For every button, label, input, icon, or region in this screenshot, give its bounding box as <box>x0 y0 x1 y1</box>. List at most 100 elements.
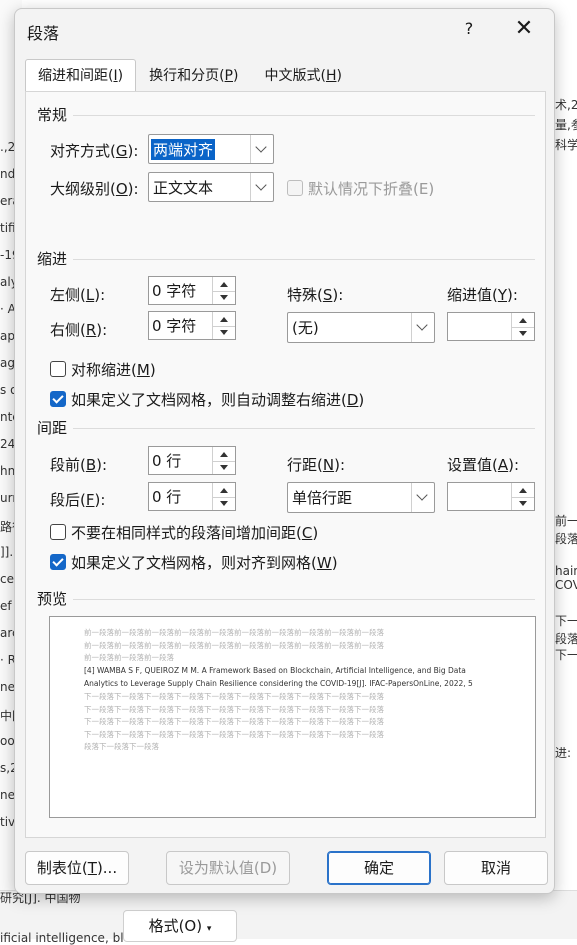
outline-level-value: 正文文本 <box>153 179 214 197</box>
spacing-before-value: 0 行 <box>152 452 182 470</box>
arrow-up-icon <box>220 282 228 287</box>
arrow-down-icon <box>220 329 228 335</box>
arrow-up-icon <box>519 318 527 323</box>
spin-up-button[interactable] <box>512 483 534 498</box>
spacing-after-spinner[interactable]: 0 行 <box>148 482 236 511</box>
dropdown-arrow-icon: ▾ <box>206 924 212 934</box>
spin-up-button[interactable] <box>213 277 235 292</box>
spin-down-button[interactable] <box>213 497 235 511</box>
preview-current-paragraph: [4] WAMBA S F, QUEIROZ M M. A Framework … <box>84 666 473 688</box>
spacing-before-spinner[interactable]: 0 行 <box>148 446 236 475</box>
special-indent-value: (无) <box>292 319 319 337</box>
section-spacing-heading: 间距 <box>37 419 68 437</box>
set-as-default-button[interactable]: 设为默认值(D) <box>166 851 290 885</box>
checkmark-icon <box>52 392 64 404</box>
snap-to-grid-label: 如果定义了文档网格，则对齐到网格(W) <box>71 554 338 572</box>
ok-button[interactable]: 确定 <box>327 851 431 885</box>
divider <box>73 259 535 260</box>
chevron-down-icon <box>416 489 428 501</box>
spacing-after-value: 0 行 <box>152 488 182 506</box>
background-bottom-strip: 研究[J]. 中国物 ificial intelligence, bl <box>0 890 577 945</box>
close-button[interactable]: ✕ <box>509 15 539 43</box>
arrow-down-icon <box>220 464 228 470</box>
alignment-value: 两端对齐 <box>151 139 216 160</box>
spin-down-button[interactable] <box>213 326 235 340</box>
background-text-line: hain <box>555 564 577 578</box>
spin-down-button[interactable] <box>213 291 235 305</box>
arrow-down-icon <box>220 294 228 300</box>
indent-right-value: 0 字符 <box>152 317 197 335</box>
arrow-up-icon <box>220 452 228 457</box>
spin-down-button[interactable] <box>512 497 534 511</box>
collapse-by-default-checkbox[interactable] <box>287 180 303 196</box>
spin-up-button[interactable] <box>213 447 235 462</box>
tab-bar: 缩进和间距(I) 换行和分页(P) 中文版式(H) <box>25 59 355 93</box>
arrow-down-icon <box>519 330 527 336</box>
alignment-select[interactable]: 两端对齐 <box>148 134 274 164</box>
mirror-indents-label: 对称缩进(M) <box>71 361 156 379</box>
preview-next-paragraph: 下一段落下一段落下一段落下一段落下一段落下一段落下一段落下一段落下一段落下一段落… <box>84 692 384 751</box>
no-space-same-style-label: 不要在相同样式的段落间增加间距(C) <box>71 524 319 542</box>
background-text-line: COV <box>555 578 577 592</box>
spacing-at-spinner[interactable] <box>447 482 535 511</box>
paragraph-preview: 前一段落前一段落前一段落前一段落前一段落前一段落前一段落前一段落前一段落前一段落… <box>49 616 536 818</box>
indent-by-label: 缩进值(Y): <box>447 286 518 304</box>
special-indent-label: 特殊(S): <box>287 286 344 304</box>
background-text-line: 科学 <box>555 138 577 152</box>
indent-right-spinner[interactable]: 0 字符 <box>148 311 236 340</box>
preview-previous-paragraph: 前一段落前一段落前一段落前一段落前一段落前一段落前一段落前一段落前一段落前一段落… <box>84 628 384 662</box>
help-button[interactable]: ? <box>455 15 483 43</box>
divider <box>73 599 535 600</box>
spin-down-button[interactable] <box>213 461 235 475</box>
spacing-after-label: 段后(F): <box>50 491 106 509</box>
arrow-down-icon <box>220 500 228 506</box>
outline-level-label: 大纲级别(O): <box>50 180 139 198</box>
background-text-line: 量,参 <box>555 118 577 132</box>
background-text-line: 下一 <box>555 614 577 628</box>
arrow-down-icon <box>519 500 527 506</box>
tab-asian-typography[interactable]: 中文版式(H) <box>251 59 354 93</box>
background-text-line: 段落 <box>555 632 577 646</box>
tabs-button[interactable]: 制表位(T)... <box>25 851 129 885</box>
divider <box>73 428 535 429</box>
auto-adjust-right-indent-label: 如果定义了文档网格，则自动调整右缩进(D) <box>71 391 365 409</box>
spin-up-button[interactable] <box>213 312 235 327</box>
chevron-down-icon <box>255 141 267 153</box>
spacing-before-label: 段前(B): <box>50 456 108 474</box>
tab-indents-spacing[interactable]: 缩进和间距(I) <box>25 59 137 93</box>
mirror-indents-checkbox[interactable] <box>50 361 66 377</box>
spin-down-button[interactable] <box>512 327 534 341</box>
indent-left-value: 0 字符 <box>152 282 197 300</box>
checkmark-icon <box>52 555 64 567</box>
line-spacing-select[interactable]: 单倍行距 <box>287 482 435 513</box>
background-bottom-text-2: ificial intelligence, bl <box>0 931 124 945</box>
chevron-down-icon <box>255 179 267 191</box>
snap-to-grid-checkbox[interactable] <box>50 554 66 570</box>
paragraph-dialog: 段落 ? ✕ 缩进和间距(I) 换行和分页(P) 中文版式(H) 常规 对齐方式… <box>14 8 555 894</box>
dialog-title: 段落 <box>27 24 60 43</box>
indent-left-spinner[interactable]: 0 字符 <box>148 276 236 305</box>
cancel-button[interactable]: 取消 <box>444 851 548 885</box>
divider <box>73 115 535 116</box>
line-spacing-label: 行距(N): <box>287 456 345 474</box>
auto-adjust-right-indent-checkbox[interactable] <box>50 391 66 407</box>
arrow-up-icon <box>519 488 527 493</box>
section-indent-heading: 缩进 <box>37 250 68 268</box>
no-space-same-style-checkbox[interactable] <box>50 524 66 540</box>
alignment-label: 对齐方式(G): <box>50 142 139 160</box>
background-text-line: 下一 <box>555 648 577 662</box>
outline-level-select[interactable]: 正文文本 <box>148 172 274 202</box>
background-text-line: 段落 <box>555 532 577 546</box>
spin-up-button[interactable] <box>512 313 534 328</box>
background-text-line: 前一 <box>555 514 577 528</box>
special-indent-select[interactable]: (无) <box>287 312 435 343</box>
spacing-at-label: 设置值(A): <box>447 456 520 474</box>
section-general-heading: 常规 <box>37 106 68 124</box>
collapse-by-default-label: 默认情况下折叠(E) <box>308 180 435 198</box>
indent-by-spinner[interactable] <box>447 312 535 341</box>
section-preview-heading: 预览 <box>37 590 68 608</box>
format-menu-button[interactable]: 格式(O) ▾ <box>123 910 237 942</box>
background-text-line: 术,2 <box>555 98 577 112</box>
spin-up-button[interactable] <box>213 483 235 498</box>
tab-line-page-breaks[interactable]: 换行和分页(P) <box>136 59 251 93</box>
